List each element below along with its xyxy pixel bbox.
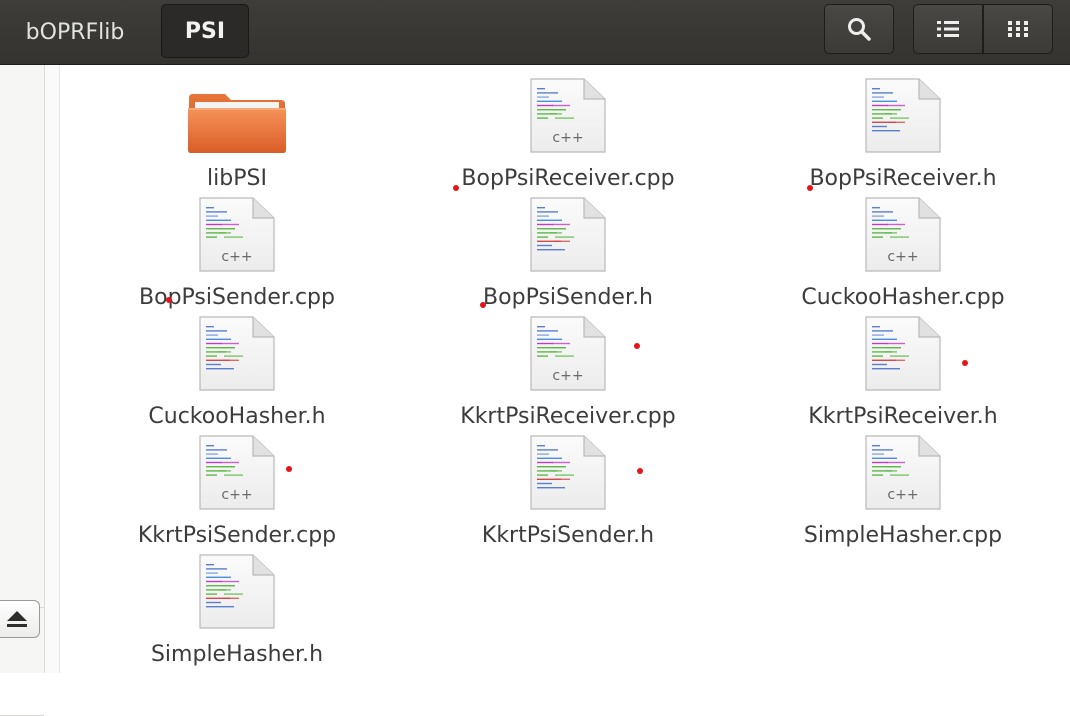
header-file-icon [863,78,943,154]
file-name-label: CuckooHasher.cpp [801,285,1005,310]
file-name-label: libPSI [207,166,267,191]
file-item[interactable]: c++ BopPsiReceiver.cpp [403,78,733,192]
file-name-label: SimpleHasher.cpp [803,523,1003,548]
cpp-file-icon: c++ [197,435,277,511]
cpp-file-icon: c++ [528,316,608,392]
annotation-marker [634,343,640,349]
file-name-label: CuckooHasher.h [148,404,326,429]
breadcrumb-label: bOPRFlib [25,19,125,45]
file-item[interactable]: BopPsiReceiver.h [738,78,1068,192]
file-item[interactable]: c++ CuckooHasher.cpp [738,197,1068,311]
search-button[interactable] [824,4,894,54]
annotation-marker [480,302,486,308]
annotation-marker [453,185,459,191]
svg-text:c++: c++ [552,130,583,146]
cpp-file-icon: c++ [197,197,277,273]
eject-icon [7,611,27,627]
header-file-icon [197,316,277,392]
breadcrumb-label: PSI [184,18,226,44]
file-item[interactable]: c++ KkrtPsiReceiver.cpp [403,316,733,430]
annotation-marker [286,466,292,472]
file-item[interactable]: BopPsiSender.h [403,197,733,311]
file-name-label: KkrtPsiReceiver.h [808,404,998,429]
folder-item[interactable]: libPSI [72,78,402,192]
header-file-icon [528,435,608,511]
list-view-button[interactable] [913,4,983,54]
annotation-marker [807,185,813,191]
annotation-marker [637,468,643,474]
svg-text:c++: c++ [552,368,583,384]
header-file-icon [528,197,608,273]
file-name-label: KkrtPsiSender.cpp [137,523,337,548]
eject-button[interactable] [0,600,40,638]
file-name-label: BopPsiSender.h [483,285,653,310]
file-item[interactable]: KkrtPsiSender.h [403,435,733,549]
file-item[interactable]: c++ KkrtPsiSender.cpp [72,435,402,549]
cpp-file-icon: c++ [863,435,943,511]
breadcrumb-psi[interactable]: PSI [161,4,249,58]
file-item[interactable]: SimpleHasher.h [72,554,402,668]
file-name-label: SimpleHasher.h [150,642,324,667]
header-file-icon [863,316,943,392]
grid-view-icon [1008,21,1028,37]
annotation-marker [166,297,172,303]
file-name-label: KkrtPsiSender.h [481,523,655,548]
header-bar: bOPRFlib PSI [0,0,1070,65]
sidebar [0,65,45,716]
svg-text:c++: c++ [887,487,918,503]
breadcrumb-boprflib[interactable]: bOPRFlib [0,0,150,64]
file-name-label: KkrtPsiReceiver.cpp [460,404,676,429]
svg-text:c++: c++ [221,249,252,265]
sidebar-scrollbar[interactable] [45,65,60,673]
annotation-marker [962,360,968,366]
file-name-label: BopPsiReceiver.h [809,166,997,191]
cpp-file-icon: c++ [528,78,608,154]
cpp-file-icon: c++ [863,197,943,273]
file-item[interactable]: KkrtPsiReceiver.h [738,316,1068,430]
folder-icon [187,78,287,154]
file-item[interactable]: c++ BopPsiSender.cpp [72,197,402,311]
search-icon [848,18,871,41]
svg-text:c++: c++ [887,249,918,265]
header-file-icon [197,554,277,630]
list-view-icon [937,21,959,37]
file-item[interactable]: CuckooHasher.h [72,316,402,430]
file-item[interactable]: c++ SimpleHasher.cpp [738,435,1068,549]
file-name-label: BopPsiReceiver.cpp [461,166,675,191]
grid-view-button[interactable] [983,4,1053,54]
svg-text:c++: c++ [221,487,252,503]
